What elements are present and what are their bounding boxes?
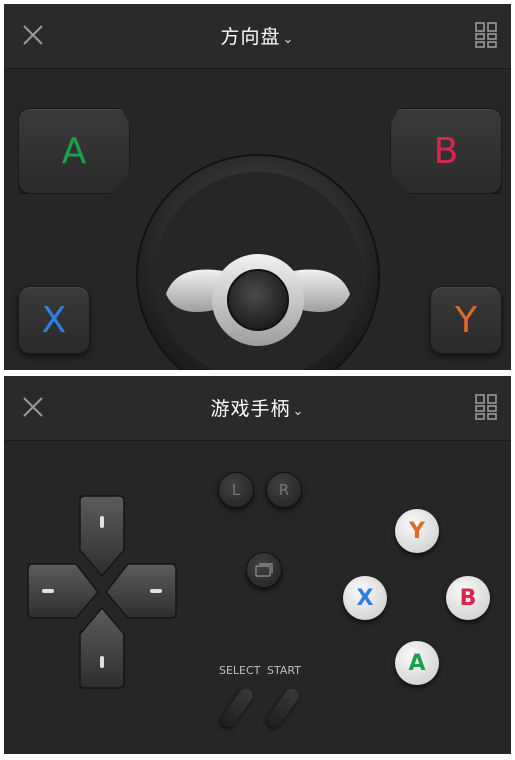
dpad-left-button[interactable] xyxy=(27,563,99,619)
dpad xyxy=(27,495,177,689)
b-button[interactable]: B xyxy=(446,576,490,620)
dpad-down-button[interactable] xyxy=(79,606,125,689)
x-button-label: X xyxy=(356,585,374,611)
start-button[interactable] xyxy=(264,685,302,731)
select-button[interactable] xyxy=(218,685,256,731)
x-button[interactable]: X xyxy=(343,576,387,620)
x-button-label: X xyxy=(41,299,67,341)
b-button-label: B xyxy=(459,585,477,611)
chevron-down-icon: ⌄ xyxy=(282,32,295,47)
mode-selector[interactable]: 游戏手柄 ⌄ xyxy=(4,394,511,421)
y-button-label: Y xyxy=(455,299,477,341)
a-button[interactable]: A xyxy=(18,108,130,194)
b-button-label: B xyxy=(433,130,459,172)
grid-layout-icon[interactable] xyxy=(475,394,497,420)
a-button-label: A xyxy=(408,650,426,676)
gamepad-panel: 游戏手柄 ⌄ L R SELECT START Y X B A xyxy=(4,376,511,754)
header-bar: 方向盘 ⌄ xyxy=(4,4,511,69)
page-title: 方向盘 xyxy=(220,26,281,48)
y-button-label: Y xyxy=(409,518,425,544)
mode-selector[interactable]: 方向盘 ⌄ xyxy=(4,22,511,49)
screen-toggle-button[interactable] xyxy=(246,552,282,588)
steering-wheel-panel: 方向盘 ⌄ A B X Y xyxy=(4,4,511,370)
chevron-down-icon: ⌄ xyxy=(292,404,305,419)
steering-wheel[interactable] xyxy=(136,154,380,370)
grid-layout-icon[interactable] xyxy=(475,22,497,48)
l-button[interactable]: L xyxy=(218,472,254,508)
y-button[interactable]: Y xyxy=(430,286,502,354)
a-button[interactable]: A xyxy=(395,641,439,685)
dpad-up-button[interactable] xyxy=(79,495,125,578)
screen-icon xyxy=(255,563,273,577)
x-button[interactable]: X xyxy=(18,286,90,354)
a-button-label: A xyxy=(61,130,87,172)
start-label: START xyxy=(267,664,301,677)
y-button[interactable]: Y xyxy=(395,509,439,553)
r-button-label: R xyxy=(278,481,290,499)
l-button-label: L xyxy=(231,481,241,499)
page-title: 游戏手柄 xyxy=(210,398,291,420)
r-button[interactable]: R xyxy=(266,472,302,508)
select-label: SELECT xyxy=(219,664,261,677)
dpad-right-button[interactable] xyxy=(105,563,177,619)
b-button[interactable]: B xyxy=(390,108,502,194)
header-bar: 游戏手柄 ⌄ xyxy=(4,376,511,441)
